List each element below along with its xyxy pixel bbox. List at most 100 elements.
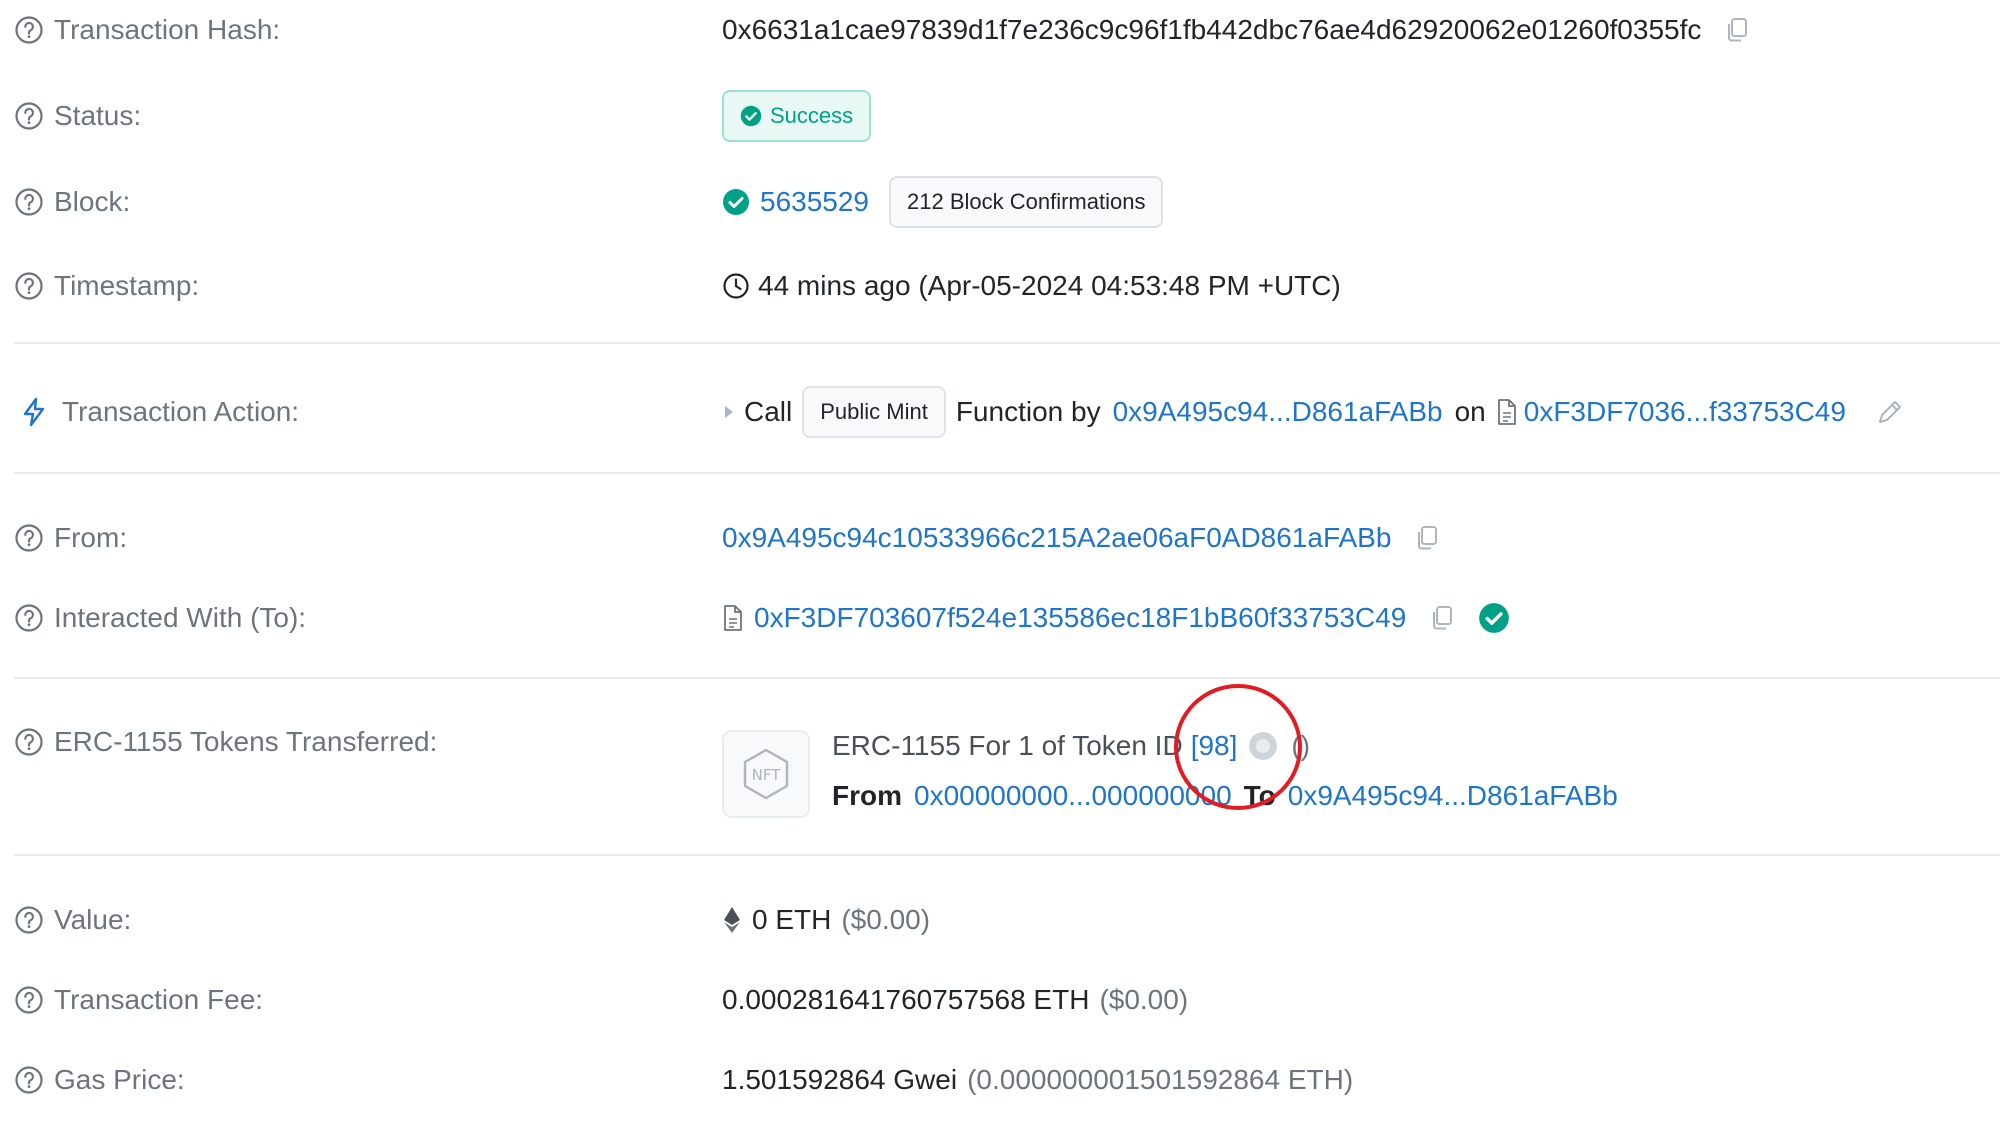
erc1155-from-link[interactable]: 0x00000000...000000000	[914, 780, 1232, 812]
nft-thumbnail[interactable]: NFT	[722, 730, 810, 818]
row-status: Status: Success	[0, 88, 2000, 144]
row-value: Value: 0 ETH ($0.00)	[0, 898, 2000, 942]
divider	[14, 854, 2000, 856]
erc1155-to-link[interactable]: 0x9A495c94...D861aFABb	[1288, 780, 1618, 812]
lightning-icon	[23, 397, 45, 427]
transaction-hash-label-group: Transaction Hash:	[14, 14, 280, 46]
erc1155-to-label: To	[1243, 780, 1276, 811]
row-gas-price: Gas Price: 1.501592864 Gwei (0.000000001…	[0, 1058, 2000, 1102]
help-icon[interactable]	[14, 101, 44, 131]
transaction-fee-label-group: Transaction Fee:	[14, 984, 263, 1016]
pencil-icon[interactable]	[1874, 396, 1906, 428]
divider	[14, 342, 2000, 344]
row-block: Block: 5635529 212 Block Confirmations	[0, 174, 2000, 230]
from-address-link[interactable]: 0x9A495c94c10533966c215A2ae06aF0AD861aFA…	[722, 522, 1391, 554]
interacted-with-label-group: Interacted With (To):	[14, 602, 306, 634]
action-function-by-text: Function by	[955, 396, 1101, 427]
timestamp-label-group: Timestamp:	[14, 270, 199, 302]
row-timestamp: Timestamp: 44 mins ago (Apr-05-2024 04:5…	[0, 264, 2000, 308]
transaction-fee-label: Transaction Fee:	[54, 984, 264, 1015]
action-contract-link[interactable]: 0xF3DF7036...f33753C49	[1524, 396, 1846, 428]
divider	[14, 472, 2000, 474]
erc1155-line1: ERC-1155 For 1 of Token ID [98] ()	[832, 724, 1310, 768]
nft-badge-text: NFT	[752, 766, 782, 784]
interacted-with-label: Interacted With (To):	[54, 602, 307, 633]
erc1155-line2: From 0x00000000...000000000 To 0x9A495c9…	[832, 774, 1618, 818]
value-usd: ($0.00)	[841, 904, 931, 935]
transaction-hash-value-group: 0x6631a1cae97839d1f7e236c9c96f1fb442dbc7…	[722, 14, 1751, 46]
erc1155-prefix: ERC-1155 For 1 of Token ID	[832, 730, 1183, 761]
action-caller-link[interactable]: 0x9A495c94...D861aFABb	[1113, 396, 1443, 428]
erc1155-from-label: From	[832, 780, 902, 811]
status-label-group: Status:	[14, 100, 141, 132]
action-on-text: on	[1454, 396, 1486, 427]
copy-icon[interactable]	[1413, 524, 1441, 552]
gas-price-amount: 1.501592864 Gwei	[722, 1064, 958, 1095]
block-number-link[interactable]: 5635529	[760, 186, 869, 218]
check-circle-icon	[722, 188, 750, 216]
help-icon[interactable]	[14, 603, 44, 633]
check-circle-icon	[740, 105, 762, 127]
divider	[14, 677, 2000, 679]
action-call-text: Call	[744, 396, 793, 427]
help-icon[interactable]	[14, 271, 44, 301]
row-transaction-action: Transaction Action: Call Public Mint Fun…	[0, 386, 2000, 438]
help-icon[interactable]	[14, 905, 44, 935]
clock-icon	[723, 273, 749, 299]
document-icon	[1496, 398, 1518, 426]
row-from: From: 0x9A495c94c10533966c215A2ae06aF0AD…	[0, 516, 2000, 560]
erc1155-label-group: ERC-1155 Tokens Transferred:	[14, 726, 437, 758]
block-value-group: 5635529 212 Block Confirmations	[722, 176, 1164, 228]
nft-hexagon-icon: NFT	[743, 748, 789, 800]
block-label: Block:	[54, 186, 131, 217]
from-label: From:	[54, 522, 128, 553]
gas-price-value-group: 1.501592864 Gwei (0.000000001501592864 E…	[722, 1064, 1353, 1096]
timestamp-value-group: 44 mins ago (Apr-05-2024 04:53:48 PM +UT…	[722, 270, 1341, 302]
help-icon[interactable]	[14, 15, 44, 45]
transaction-action-label: Transaction Action:	[62, 396, 300, 427]
verified-check-icon	[1478, 602, 1510, 634]
gas-price-eth: (0.000000001501592864 ETH)	[967, 1064, 1354, 1095]
transaction-action-label-group: Transaction Action:	[14, 396, 299, 428]
from-value-group: 0x9A495c94c10533966c215A2ae06aF0AD861aFA…	[722, 522, 1441, 554]
help-icon[interactable]	[14, 727, 44, 757]
block-confirmations-badge: 212 Block Confirmations	[889, 176, 1164, 228]
gas-price-label-group: Gas Price:	[14, 1064, 185, 1096]
value-label: Value:	[54, 904, 132, 935]
value-value-group: 0 ETH ($0.00)	[722, 904, 930, 936]
help-icon[interactable]	[14, 523, 44, 553]
status-label: Status:	[54, 100, 142, 131]
caret-right-icon[interactable]	[722, 403, 736, 421]
value-label-group: Value:	[14, 904, 131, 936]
interacted-with-value-group: 0xF3DF703607f524e135586ec18F1bB60f33753C…	[722, 602, 1510, 634]
transaction-fee-value-group: 0.000281641760757568 ETH ($0.00)	[722, 984, 1188, 1016]
help-icon[interactable]	[14, 985, 44, 1015]
transaction-fee-amount: 0.000281641760757568 ETH	[722, 984, 1090, 1015]
row-interacted-with: Interacted With (To): 0xF3DF703607f524e1…	[0, 596, 2000, 640]
transaction-hash-value: 0x6631a1cae97839d1f7e236c9c96f1fb442dbc7…	[722, 14, 1702, 45]
token-logo-icon	[1249, 732, 1278, 760]
erc1155-label: ERC-1155 Tokens Transferred:	[54, 726, 438, 757]
status-text: Success	[770, 103, 854, 128]
block-label-group: Block:	[14, 186, 130, 218]
copy-icon[interactable]	[1723, 16, 1751, 44]
status-badge: Success	[722, 90, 872, 142]
timestamp-label: Timestamp:	[54, 270, 200, 301]
transaction-action-value-group: Call Public Mint Function by 0x9A495c94.…	[722, 386, 1906, 438]
timestamp-value: 44 mins ago (Apr-05-2024 04:53:48 PM +UT…	[758, 270, 1341, 301]
help-icon[interactable]	[14, 1065, 44, 1095]
token-name: ()	[1291, 730, 1311, 761]
transaction-fee-usd: ($0.00)	[1099, 984, 1189, 1015]
from-label-group: From:	[14, 522, 127, 554]
method-badge: Public Mint	[802, 386, 946, 438]
document-icon	[722, 604, 744, 632]
row-transaction-fee: Transaction Fee: 0.000281641760757568 ET…	[0, 978, 2000, 1022]
value-amount: 0 ETH	[752, 904, 832, 935]
to-address-link[interactable]: 0xF3DF703607f524e135586ec18F1bB60f33753C…	[754, 602, 1406, 634]
ethereum-icon	[724, 907, 740, 933]
copy-icon[interactable]	[1428, 604, 1456, 632]
gas-price-label: Gas Price:	[54, 1064, 185, 1095]
help-icon[interactable]	[14, 187, 44, 217]
token-id-link[interactable]: [98]	[1191, 730, 1238, 762]
row-transaction-hash: Transaction Hash: 0x6631a1cae97839d1f7e2…	[0, 8, 2000, 52]
